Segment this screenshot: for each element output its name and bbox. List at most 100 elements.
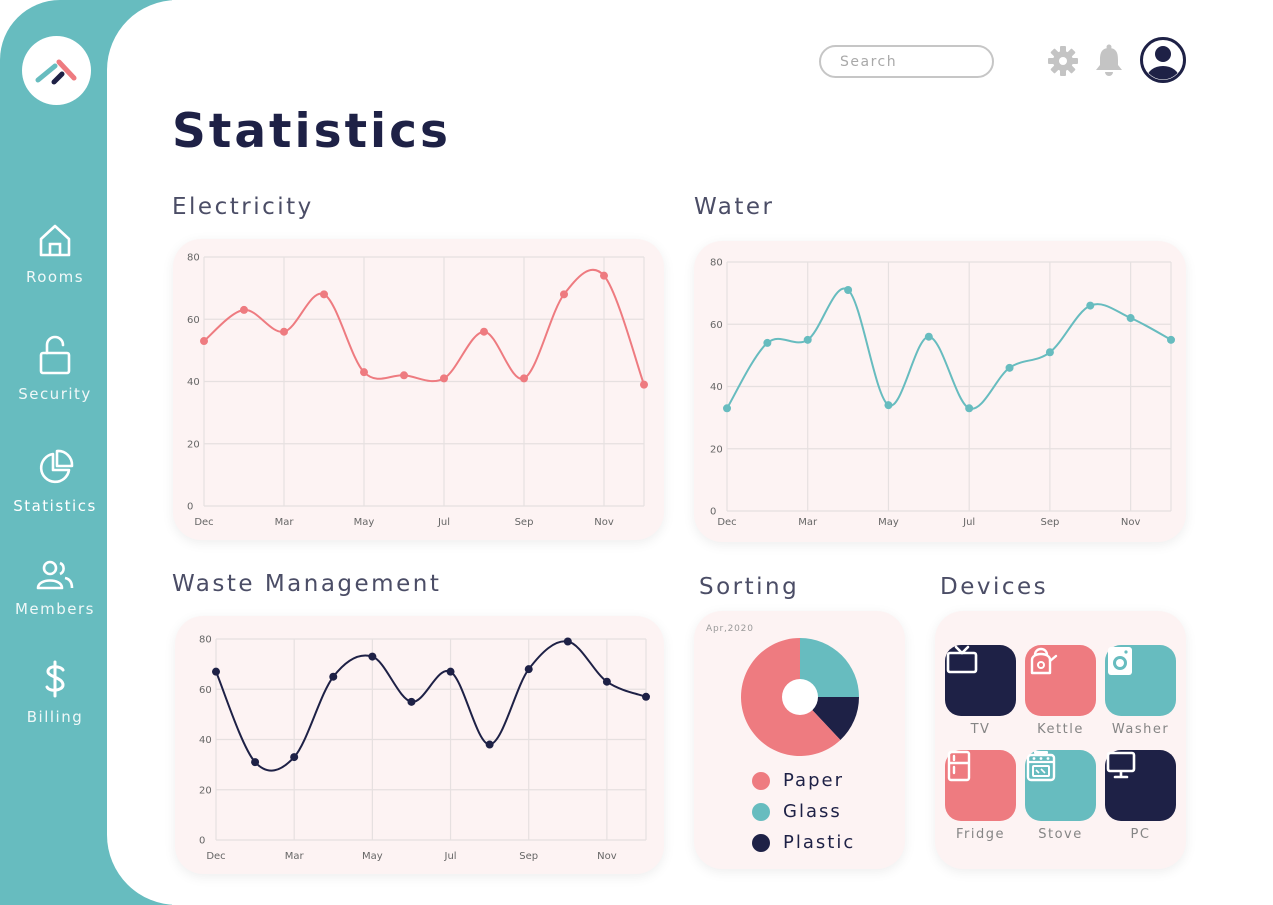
data-point[interactable]: [280, 327, 288, 336]
device-label: Stove: [1038, 827, 1083, 842]
legend-item-plastic: Plastic: [752, 832, 855, 853]
x-tick-label: Mar: [798, 517, 818, 528]
data-point[interactable]: [600, 271, 608, 280]
y-tick-label: 0: [710, 507, 716, 518]
dollar-icon: [45, 660, 65, 698]
user-profile-button[interactable]: [1139, 36, 1187, 88]
data-point[interactable]: [368, 652, 377, 661]
sidebar-item-label: Members: [14, 600, 95, 618]
data-point[interactable]: [1045, 348, 1054, 357]
data-point[interactable]: [251, 758, 260, 767]
device-pc[interactable]: PC: [1105, 750, 1176, 842]
y-tick-label: 40: [199, 735, 212, 746]
app-logo[interactable]: [22, 36, 91, 105]
device-label: Kettle: [1037, 722, 1084, 737]
data-point[interactable]: [400, 371, 408, 380]
water-line-chart: 0 20 40 60 80 Dec Mar May Jul Sep Nov: [710, 258, 1175, 528]
data-point[interactable]: [640, 380, 648, 389]
members-icon: [36, 560, 74, 590]
search-input[interactable]: [819, 45, 994, 78]
device-tile: [945, 750, 1016, 821]
unlock-icon: [39, 335, 71, 375]
sidebar-item-billing[interactable]: Billing: [0, 660, 110, 726]
bell-icon: [1096, 44, 1122, 76]
sidebar-item-label: Rooms: [25, 268, 85, 286]
electricity-line-chart: 0 20 40 60 80 Dec Mar May Jul Sep Nov: [187, 253, 648, 528]
data-point[interactable]: [965, 404, 974, 413]
data-point[interactable]: [763, 338, 772, 347]
data-point[interactable]: [446, 667, 455, 676]
legend-dot-paper: [752, 771, 770, 790]
sidebar-item-label: Security: [18, 385, 92, 403]
device-label: TV: [970, 722, 991, 737]
data-point[interactable]: [329, 672, 338, 681]
sorting-card: Apr,2020 Paper Glass Plastic: [694, 611, 905, 869]
sidebar-item-members[interactable]: Members: [0, 560, 110, 618]
y-tick-label: 40: [710, 382, 723, 393]
y-tick-label: 60: [710, 320, 723, 331]
data-point[interactable]: [320, 290, 328, 299]
data-point[interactable]: [212, 667, 220, 676]
sorting-title: Sorting: [699, 574, 800, 600]
data-point[interactable]: [924, 332, 933, 341]
data-point[interactable]: [240, 305, 248, 314]
data-point[interactable]: [844, 286, 853, 295]
device-kettle[interactable]: Kettle: [1025, 645, 1096, 737]
data-point[interactable]: [524, 665, 533, 674]
device-stove[interactable]: Stove: [1025, 750, 1096, 842]
x-tick-label: Sep: [515, 517, 534, 528]
logo-icon: [35, 59, 76, 84]
y-tick-label: 20: [199, 785, 212, 796]
data-point[interactable]: [360, 368, 368, 377]
data-point[interactable]: [520, 374, 528, 383]
device-fridge[interactable]: Fridge: [945, 750, 1016, 842]
x-tick-label: Jul: [437, 517, 450, 528]
y-tick-label: 60: [199, 685, 212, 696]
x-tick-label: Jul: [444, 851, 457, 862]
water-title: Water: [694, 194, 775, 220]
x-tick-label: May: [354, 517, 375, 528]
data-point[interactable]: [1005, 363, 1014, 372]
data-point[interactable]: [1167, 335, 1175, 344]
y-tick-label: 80: [710, 258, 723, 269]
device-tv[interactable]: TV: [945, 645, 1016, 737]
user-avatar-icon: [1140, 37, 1186, 83]
data-point[interactable]: [440, 374, 448, 383]
x-tick-label: Nov: [594, 517, 614, 528]
data-point[interactable]: [1086, 301, 1095, 310]
y-tick-label: 0: [187, 502, 193, 513]
sidebar-item-rooms[interactable]: Rooms: [0, 222, 110, 286]
device-tile: [1105, 645, 1176, 716]
sidebar-item-security[interactable]: Security: [0, 335, 110, 403]
x-tick-label: May: [878, 517, 899, 528]
devices-card: TV Kettle Washer Fridge Stove PC: [935, 611, 1186, 869]
data-point[interactable]: [200, 337, 208, 346]
data-point[interactable]: [642, 692, 650, 701]
sidebar-item-statistics[interactable]: Statistics: [0, 449, 110, 515]
data-point[interactable]: [290, 753, 299, 762]
data-point[interactable]: [560, 290, 568, 299]
legend-dot-glass: [752, 802, 770, 821]
data-point[interactable]: [803, 335, 812, 344]
data-point[interactable]: [1126, 314, 1135, 323]
data-point[interactable]: [563, 637, 572, 646]
data-point[interactable]: [485, 740, 494, 749]
data-point[interactable]: [602, 677, 611, 686]
data-point[interactable]: [884, 401, 893, 410]
settings-button[interactable]: [1046, 44, 1080, 82]
sidebar-item-label: Billing: [26, 708, 84, 726]
data-point[interactable]: [407, 697, 416, 706]
device-washer[interactable]: Washer: [1105, 645, 1176, 737]
electricity-chart-card: 0 20 40 60 80 Dec Mar May Jul Sep Nov: [173, 239, 664, 540]
data-point[interactable]: [480, 327, 488, 336]
data-point[interactable]: [723, 404, 731, 413]
legend-label: Plastic: [783, 832, 856, 853]
y-tick-label: 80: [187, 253, 200, 264]
tv-icon: [946, 645, 978, 674]
y-tick-label: 80: [199, 635, 212, 646]
x-tick-label: May: [362, 851, 383, 862]
device-label: Washer: [1111, 722, 1170, 737]
legend-label: Glass: [783, 801, 842, 822]
legend-item-glass: Glass: [752, 801, 842, 822]
notifications-button[interactable]: [1094, 43, 1124, 81]
